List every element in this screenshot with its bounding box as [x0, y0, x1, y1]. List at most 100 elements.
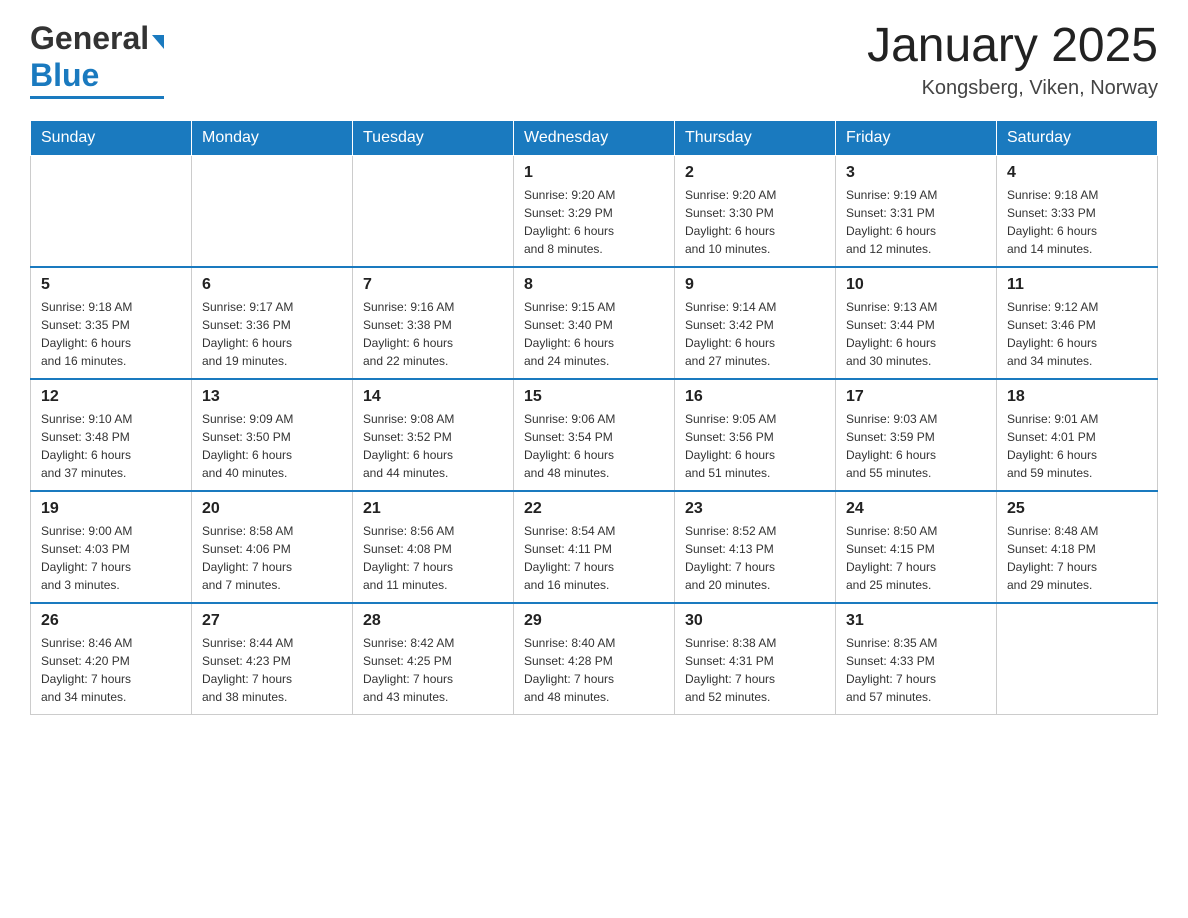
day-info: Sunrise: 8:35 AMSunset: 4:33 PMDaylight:…	[846, 634, 986, 706]
calendar-week-row: 12 Sunrise: 9:10 AMSunset: 3:48 PMDayligh…	[31, 379, 1158, 491]
calendar-header-monday: Monday	[192, 120, 353, 155]
day-number: 1	[524, 164, 664, 182]
calendar-cell: 12 Sunrise: 9:10 AMSunset: 3:48 PMDayligh…	[31, 379, 192, 491]
calendar-cell	[997, 603, 1158, 715]
calendar-cell: 11 Sunrise: 9:12 AMSunset: 3:46 PMDayligh…	[997, 267, 1158, 379]
day-number: 26	[41, 612, 181, 630]
day-number: 27	[202, 612, 342, 630]
calendar-cell: 2 Sunrise: 9:20 AMSunset: 3:30 PMDaylight…	[675, 155, 836, 267]
day-number: 24	[846, 500, 986, 518]
day-number: 7	[363, 276, 503, 294]
day-info: Sunrise: 8:50 AMSunset: 4:15 PMDaylight:…	[846, 522, 986, 594]
calendar-cell: 25 Sunrise: 8:48 AMSunset: 4:18 PMDayligh…	[997, 491, 1158, 603]
calendar-cell: 3Sunrise: 9:19 AMSunset: 3:31 PMDaylight…	[836, 155, 997, 267]
day-info: Sunrise: 9:17 AMSunset: 3:36 PMDaylight:…	[202, 298, 342, 370]
calendar-cell: 19Sunrise: 9:00 AMSunset: 4:03 PMDayligh…	[31, 491, 192, 603]
logo-general-text: General	[30, 20, 149, 57]
calendar-week-row: 19Sunrise: 9:00 AMSunset: 4:03 PMDayligh…	[31, 491, 1158, 603]
day-info: Sunrise: 9:20 AMSunset: 3:30 PMDaylight:…	[685, 186, 825, 258]
day-number: 11	[1007, 276, 1147, 294]
calendar-cell: 15 Sunrise: 9:06 AMSunset: 3:54 PMDayligh…	[514, 379, 675, 491]
day-info: Sunrise: 8:52 AMSunset: 4:13 PMDaylight:…	[685, 522, 825, 594]
calendar-header-wednesday: Wednesday	[514, 120, 675, 155]
day-number: 9	[685, 276, 825, 294]
calendar-cell: 28Sunrise: 8:42 AMSunset: 4:25 PMDayligh…	[353, 603, 514, 715]
day-info: Sunrise: 8:40 AMSunset: 4:28 PMDaylight:…	[524, 634, 664, 706]
calendar-week-row: 26 Sunrise: 8:46 AMSunset: 4:20 PMDayligh…	[31, 603, 1158, 715]
calendar-cell: 9 Sunrise: 9:14 AMSunset: 3:42 PMDaylight…	[675, 267, 836, 379]
day-number: 2	[685, 164, 825, 182]
calendar-header-tuesday: Tuesday	[353, 120, 514, 155]
day-info: Sunrise: 9:03 AMSunset: 3:59 PMDaylight:…	[846, 410, 986, 482]
day-info: Sunrise: 9:10 AMSunset: 3:48 PMDaylight:…	[41, 410, 181, 482]
day-number: 20	[202, 500, 342, 518]
day-info: Sunrise: 9:20 AMSunset: 3:29 PMDaylight:…	[524, 186, 664, 258]
day-info: Sunrise: 8:56 AMSunset: 4:08 PMDaylight:…	[363, 522, 503, 594]
day-number: 21	[363, 500, 503, 518]
logo-underline	[30, 96, 164, 99]
day-info: Sunrise: 8:38 AMSunset: 4:31 PMDaylight:…	[685, 634, 825, 706]
calendar-cell: 22 Sunrise: 8:54 AMSunset: 4:11 PMDayligh…	[514, 491, 675, 603]
day-info: Sunrise: 9:05 AMSunset: 3:56 PMDaylight:…	[685, 410, 825, 482]
day-info: Sunrise: 8:54 AMSunset: 4:11 PMDaylight:…	[524, 522, 664, 594]
month-title: January 2025	[867, 20, 1158, 73]
logo-blue-text: Blue	[30, 57, 99, 94]
day-info: Sunrise: 8:58 AMSunset: 4:06 PMDaylight:…	[202, 522, 342, 594]
calendar-cell: 20 Sunrise: 8:58 AMSunset: 4:06 PMDayligh…	[192, 491, 353, 603]
logo-triangle-icon	[152, 35, 164, 49]
calendar-cell	[192, 155, 353, 267]
day-number: 4	[1007, 164, 1147, 182]
title-area: January 2025 Kongsberg, Viken, Norway	[867, 20, 1158, 100]
calendar-table: SundayMondayTuesdayWednesdayThursdayFrid…	[30, 120, 1158, 715]
day-number: 3	[846, 164, 986, 182]
day-number: 12	[41, 388, 181, 406]
day-info: Sunrise: 8:48 AMSunset: 4:18 PMDaylight:…	[1007, 522, 1147, 594]
day-info: Sunrise: 9:15 AMSunset: 3:40 PMDaylight:…	[524, 298, 664, 370]
day-info: Sunrise: 9:18 AMSunset: 3:33 PMDaylight:…	[1007, 186, 1147, 258]
calendar-cell: 13Sunrise: 9:09 AMSunset: 3:50 PMDayligh…	[192, 379, 353, 491]
calendar-cell: 14 Sunrise: 9:08 AMSunset: 3:52 PMDayligh…	[353, 379, 514, 491]
calendar-cell: 24 Sunrise: 8:50 AMSunset: 4:15 PMDayligh…	[836, 491, 997, 603]
day-number: 16	[685, 388, 825, 406]
calendar-cell: 4 Sunrise: 9:18 AMSunset: 3:33 PMDaylight…	[997, 155, 1158, 267]
day-info: Sunrise: 9:06 AMSunset: 3:54 PMDaylight:…	[524, 410, 664, 482]
day-number: 22	[524, 500, 664, 518]
day-info: Sunrise: 9:12 AMSunset: 3:46 PMDaylight:…	[1007, 298, 1147, 370]
day-number: 25	[1007, 500, 1147, 518]
calendar-header-saturday: Saturday	[997, 120, 1158, 155]
day-number: 17	[846, 388, 986, 406]
calendar-header-friday: Friday	[836, 120, 997, 155]
day-number: 8	[524, 276, 664, 294]
calendar-week-row: 1 Sunrise: 9:20 AMSunset: 3:29 PMDaylight…	[31, 155, 1158, 267]
calendar-cell: 5 Sunrise: 9:18 AMSunset: 3:35 PMDaylight…	[31, 267, 192, 379]
calendar-cell: 30 Sunrise: 8:38 AMSunset: 4:31 PMDayligh…	[675, 603, 836, 715]
day-number: 30	[685, 612, 825, 630]
calendar-cell	[353, 155, 514, 267]
location: Kongsberg, Viken, Norway	[867, 77, 1158, 100]
day-number: 31	[846, 612, 986, 630]
calendar-cell: 31 Sunrise: 8:35 AMSunset: 4:33 PMDayligh…	[836, 603, 997, 715]
day-number: 29	[524, 612, 664, 630]
calendar-cell: 26 Sunrise: 8:46 AMSunset: 4:20 PMDayligh…	[31, 603, 192, 715]
day-number: 28	[363, 612, 503, 630]
calendar-header-sunday: Sunday	[31, 120, 192, 155]
day-info: Sunrise: 9:18 AMSunset: 3:35 PMDaylight:…	[41, 298, 181, 370]
day-info: Sunrise: 9:08 AMSunset: 3:52 PMDaylight:…	[363, 410, 503, 482]
calendar-cell: 27Sunrise: 8:44 AMSunset: 4:23 PMDayligh…	[192, 603, 353, 715]
logo: General Blue	[30, 20, 164, 99]
page-header: General Blue January 2025 Kongsberg, Vik…	[30, 20, 1158, 100]
day-number: 5	[41, 276, 181, 294]
calendar-cell: 16 Sunrise: 9:05 AMSunset: 3:56 PMDayligh…	[675, 379, 836, 491]
day-info: Sunrise: 9:09 AMSunset: 3:50 PMDaylight:…	[202, 410, 342, 482]
day-info: Sunrise: 9:00 AMSunset: 4:03 PMDaylight:…	[41, 522, 181, 594]
day-info: Sunrise: 8:46 AMSunset: 4:20 PMDaylight:…	[41, 634, 181, 706]
calendar-cell: 10 Sunrise: 9:13 AMSunset: 3:44 PMDayligh…	[836, 267, 997, 379]
day-number: 14	[363, 388, 503, 406]
day-number: 18	[1007, 388, 1147, 406]
calendar-cell: 1 Sunrise: 9:20 AMSunset: 3:29 PMDaylight…	[514, 155, 675, 267]
day-info: Sunrise: 9:13 AMSunset: 3:44 PMDaylight:…	[846, 298, 986, 370]
calendar-cell	[31, 155, 192, 267]
day-number: 15	[524, 388, 664, 406]
day-number: 10	[846, 276, 986, 294]
day-info: Sunrise: 9:14 AMSunset: 3:42 PMDaylight:…	[685, 298, 825, 370]
